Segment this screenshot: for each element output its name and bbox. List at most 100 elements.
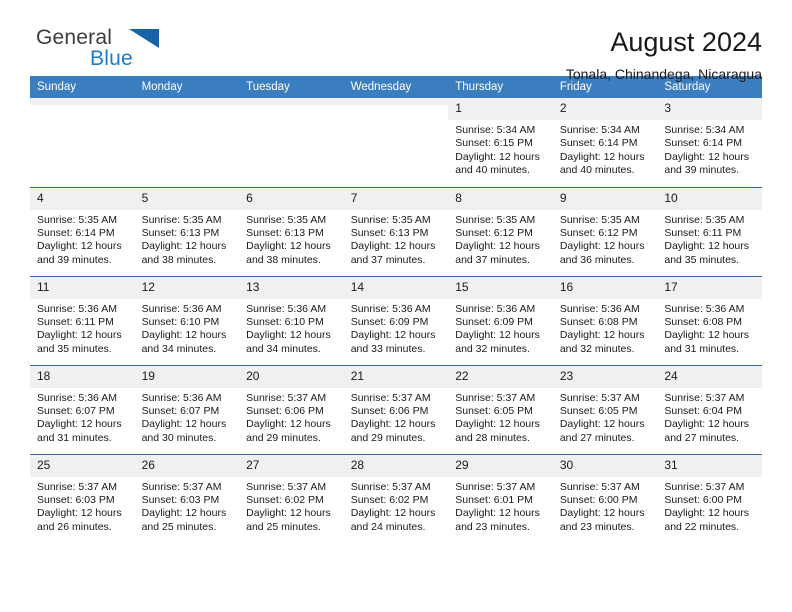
calendar-day-cell-empty xyxy=(134,98,240,187)
day-number: 14 xyxy=(343,276,449,299)
daylight-text: Daylight: 12 hours and 29 minutes. xyxy=(350,418,436,444)
calendar-day-cell[interactable]: 31 Sunrise: 5:37 AM Sunset: 6:00 PM Dayligh… xyxy=(657,453,762,544)
calendar-day-cell[interactable]: 29 Sunrise: 5:37 AM Sunset: 6:01 PM Dayligh… xyxy=(448,453,553,543)
day-details: Sunrise: 5:36 AM Sunset: 6:10 PM Daylight:… xyxy=(239,299,344,357)
day-number xyxy=(134,98,240,105)
day-number: 16 xyxy=(552,276,658,299)
sunset-text: Sunset: 6:11 PM xyxy=(664,226,742,239)
calendar-day-cell[interactable]: 26 Sunrise: 5:37 AM Sunset: 6:03 PM Dayligh… xyxy=(134,453,240,543)
calendar-day-cell[interactable]: 9 Sunrise: 5:35 AM Sunset: 6:12 PM Daylight… xyxy=(552,186,658,276)
daylight-text: Daylight: 12 hours and 27 minutes. xyxy=(559,418,645,444)
daylight-text: Daylight: 12 hours and 37 minutes. xyxy=(350,240,436,266)
daylight-text: Daylight: 12 hours and 36 minutes. xyxy=(559,240,645,266)
sunset-text: Sunset: 6:15 PM xyxy=(455,137,533,150)
day-cell-inner xyxy=(239,98,344,187)
day-details: Sunrise: 5:35 AM Sunset: 6:14 PM Daylight:… xyxy=(30,210,135,268)
daylight-text: Daylight: 12 hours and 39 minutes. xyxy=(37,240,122,266)
calendar-day-cell[interactable]: 23 Sunrise: 5:37 AM Sunset: 6:05 PM Dayligh… xyxy=(552,364,658,454)
calendar-day-cell-empty xyxy=(239,98,344,187)
calendar-day-cell[interactable]: 14 Sunrise: 5:36 AM Sunset: 6:09 PM Dayligh… xyxy=(343,275,449,365)
sunset-text: Sunset: 6:03 PM xyxy=(37,493,115,506)
sunset-text: Sunset: 6:09 PM xyxy=(350,315,429,328)
calendar-day-cell[interactable]: 1 Sunrise: 5:34 AM Sunset: 6:15 PM Daylight… xyxy=(448,98,553,187)
calendar-day-cell[interactable]: 13 Sunrise: 5:36 AM Sunset: 6:10 PM Dayligh… xyxy=(239,275,344,365)
sunrise-text: Sunrise: 5:35 AM xyxy=(664,213,745,226)
calendar-day-cell[interactable]: 7 Sunrise: 5:35 AM Sunset: 6:13 PM Daylight… xyxy=(343,186,449,276)
calendar-day-cell[interactable]: 27 Sunrise: 5:37 AM Sunset: 6:02 PM Dayligh… xyxy=(239,453,344,544)
day-details: Sunrise: 5:34 AM Sunset: 6:14 PM Daylight:… xyxy=(657,120,762,178)
calendar-day-cell[interactable]: 2 Sunrise: 5:34 AM Sunset: 6:14 PM Daylight… xyxy=(552,98,658,187)
day-cell-inner xyxy=(343,98,449,187)
day-cell-inner: 9 Sunrise: 5:35 AM Sunset: 6:12 PM Daylight… xyxy=(552,187,658,276)
calendar-day-cell[interactable]: 5 Sunrise: 5:35 AM Sunset: 6:13 PM Daylight… xyxy=(134,186,240,276)
daylight-text: Daylight: 12 hours and 27 minutes. xyxy=(664,418,750,444)
calendar-day-cell[interactable]: 3 Sunrise: 5:34 AM Sunset: 6:14 PM Daylight… xyxy=(657,98,762,187)
sunrise-text: Sunrise: 5:36 AM xyxy=(37,391,117,404)
day-number: 22 xyxy=(448,365,553,388)
calendar-day-cell[interactable]: 11 Sunrise: 5:36 AM Sunset: 6:11 PM Dayligh… xyxy=(30,275,135,365)
sunrise-text: Sunrise: 5:34 AM xyxy=(664,124,745,136)
daylight-text: Daylight: 12 hours and 38 minutes. xyxy=(141,240,227,266)
sunrise-text: Sunrise: 5:36 AM xyxy=(350,302,431,315)
day-number: 27 xyxy=(239,454,344,477)
calendar-day-cell[interactable]: 20 Sunrise: 5:37 AM Sunset: 6:06 PM Dayligh… xyxy=(239,364,344,454)
calendar-day-cell[interactable]: 30 Sunrise: 5:37 AM Sunset: 6:00 PM Dayligh… xyxy=(552,453,658,543)
day-number: 4 xyxy=(30,187,135,210)
day-cell-inner: 7 Sunrise: 5:35 AM Sunset: 6:13 PM Daylight… xyxy=(343,187,449,276)
sunrise-text: Sunrise: 5:37 AM xyxy=(664,391,745,404)
calendar-day-cell[interactable]: 6 Sunrise: 5:35 AM Sunset: 6:13 PM Daylight… xyxy=(239,186,344,276)
daylight-text: Daylight: 12 hours and 31 minutes. xyxy=(664,329,750,355)
day-number: 20 xyxy=(239,365,344,388)
day-details: Sunrise: 5:37 AM Sunset: 6:01 PM Daylight:… xyxy=(448,477,553,535)
day-cell-inner: 27 Sunrise: 5:37 AM Sunset: 6:02 PM Dayligh… xyxy=(239,454,344,544)
day-cell-inner: 2 Sunrise: 5:34 AM Sunset: 6:14 PM Daylight… xyxy=(552,98,658,187)
calendar-day-cell[interactable]: 15 Sunrise: 5:36 AM Sunset: 6:09 PM Dayligh… xyxy=(448,275,553,365)
weekday-header-wednesday: Wednesday xyxy=(343,76,449,98)
day-details: Sunrise: 5:37 AM Sunset: 6:00 PM Daylight:… xyxy=(657,477,762,535)
calendar-day-cell[interactable]: 8 Sunrise: 5:35 AM Sunset: 6:12 PM Daylight… xyxy=(448,186,553,276)
calendar-page: General Blue August 2024 Tonala, Chinand… xyxy=(0,0,792,612)
daylight-text: Daylight: 12 hours and 29 minutes. xyxy=(246,418,331,444)
sunset-text: Sunset: 6:02 PM xyxy=(350,493,429,506)
sunrise-text: Sunrise: 5:36 AM xyxy=(37,302,117,315)
day-details: Sunrise: 5:34 AM Sunset: 6:15 PM Daylight:… xyxy=(448,120,553,178)
sunrise-text: Sunrise: 5:35 AM xyxy=(141,213,222,226)
calendar-day-cell[interactable]: 12 Sunrise: 5:36 AM Sunset: 6:10 PM Dayligh… xyxy=(134,275,240,365)
daylight-text: Daylight: 12 hours and 35 minutes. xyxy=(37,329,122,355)
sunset-text: Sunset: 6:14 PM xyxy=(559,137,638,150)
calendar-day-cell[interactable]: 16 Sunrise: 5:36 AM Sunset: 6:08 PM Dayligh… xyxy=(552,275,658,365)
sunset-text: Sunset: 6:14 PM xyxy=(664,137,743,150)
day-number: 7 xyxy=(343,187,449,210)
sunrise-text: Sunrise: 5:35 AM xyxy=(350,213,431,226)
day-details: Sunrise: 5:35 AM Sunset: 6:12 PM Daylight:… xyxy=(448,210,553,268)
brand-logo[interactable]: General Blue xyxy=(30,26,159,74)
calendar-day-cell[interactable]: 22 Sunrise: 5:37 AM Sunset: 6:05 PM Dayligh… xyxy=(448,364,553,454)
calendar-day-cell[interactable]: 18 Sunrise: 5:36 AM Sunset: 6:07 PM Dayligh… xyxy=(30,364,135,454)
sunset-text: Sunset: 6:14 PM xyxy=(37,226,115,239)
sunrise-text: Sunrise: 5:36 AM xyxy=(141,391,222,404)
calendar-day-cell[interactable]: 4 Sunrise: 5:35 AM Sunset: 6:14 PM Daylight… xyxy=(30,186,135,276)
day-number: 21 xyxy=(343,365,449,388)
calendar-day-cell[interactable]: 17 Sunrise: 5:36 AM Sunset: 6:08 PM Dayligh… xyxy=(657,275,762,365)
day-details: Sunrise: 5:37 AM Sunset: 6:02 PM Daylight:… xyxy=(239,477,344,535)
day-number: 2 xyxy=(552,98,658,120)
day-cell-inner: 31 Sunrise: 5:37 AM Sunset: 6:00 PM Dayligh… xyxy=(657,454,762,544)
day-cell-inner: 4 Sunrise: 5:35 AM Sunset: 6:14 PM Daylight… xyxy=(30,187,135,276)
day-details: Sunrise: 5:36 AM Sunset: 6:08 PM Daylight:… xyxy=(553,299,658,357)
calendar-day-cell[interactable]: 21 Sunrise: 5:37 AM Sunset: 6:06 PM Dayligh… xyxy=(343,364,449,454)
sunrise-text: Sunrise: 5:37 AM xyxy=(559,391,640,404)
sunrise-text: Sunrise: 5:36 AM xyxy=(246,302,327,315)
calendar-day-cell[interactable]: 24 Sunrise: 5:37 AM Sunset: 6:04 PM Dayligh… xyxy=(657,364,762,454)
calendar-day-cell[interactable]: 10 Sunrise: 5:35 AM Sunset: 6:11 PM Dayligh… xyxy=(657,186,762,276)
sunset-text: Sunset: 6:11 PM xyxy=(37,315,114,328)
weekday-header-sunday: Sunday xyxy=(30,76,135,98)
day-number: 3 xyxy=(657,98,762,120)
day-cell-inner: 24 Sunrise: 5:37 AM Sunset: 6:04 PM Dayligh… xyxy=(657,365,762,454)
calendar-day-cell[interactable]: 19 Sunrise: 5:36 AM Sunset: 6:07 PM Dayligh… xyxy=(134,364,240,454)
day-details: Sunrise: 5:35 AM Sunset: 6:13 PM Daylight:… xyxy=(135,210,240,268)
sunrise-sunset-calendar: Sunday Monday Tuesday Wednesday Thursday… xyxy=(30,76,762,543)
sunrise-text: Sunrise: 5:37 AM xyxy=(141,480,222,493)
calendar-day-cell[interactable]: 25 Sunrise: 5:37 AM Sunset: 6:03 PM Dayligh… xyxy=(30,453,135,543)
day-cell-inner: 5 Sunrise: 5:35 AM Sunset: 6:13 PM Daylight… xyxy=(134,187,240,276)
calendar-day-cell[interactable]: 28 Sunrise: 5:37 AM Sunset: 6:02 PM Dayligh… xyxy=(343,453,449,543)
